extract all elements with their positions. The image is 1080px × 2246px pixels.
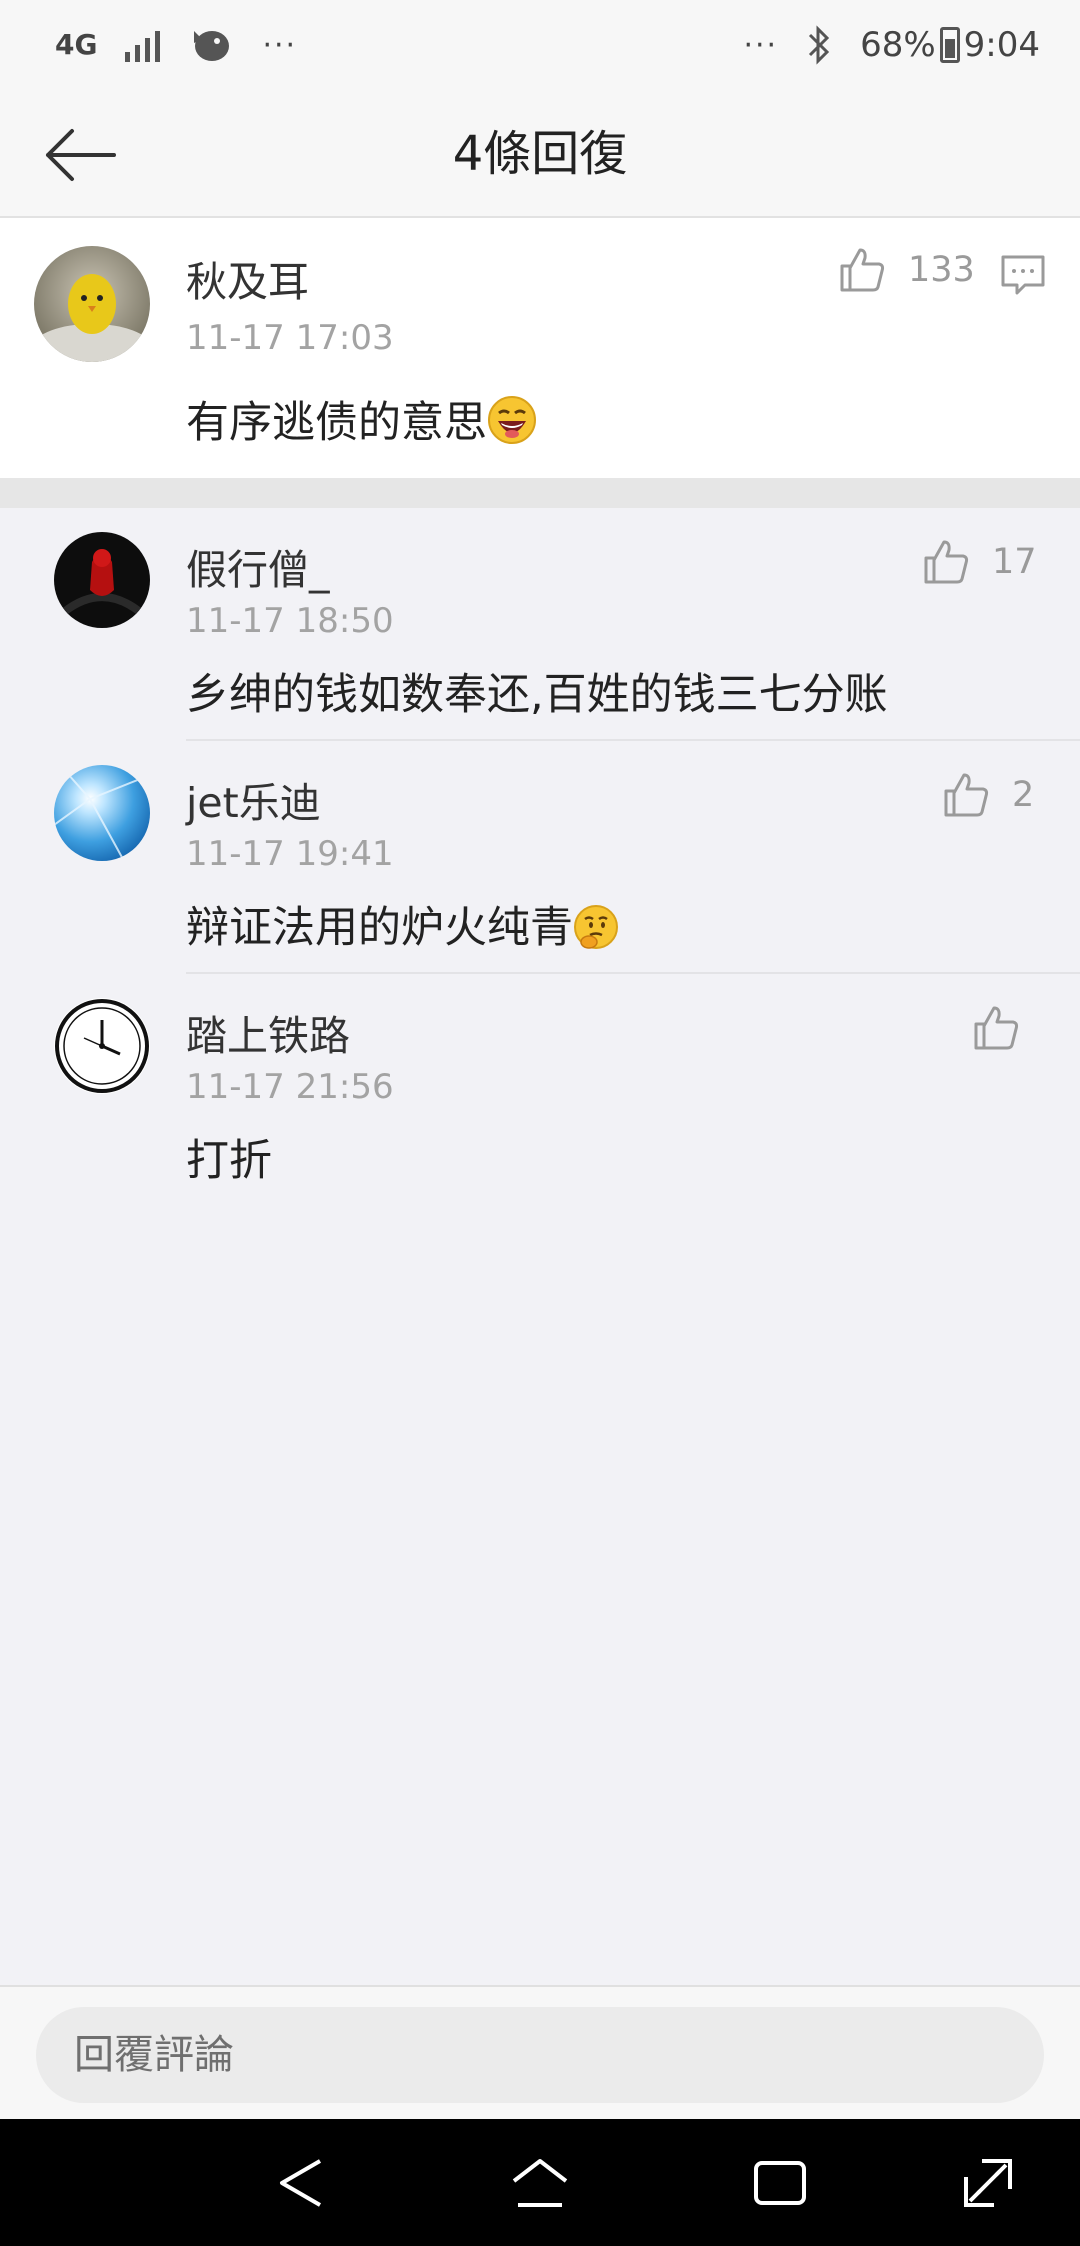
reply-username[interactable]: 假行僧_ <box>186 536 330 596</box>
thumbs-up-icon <box>840 248 885 292</box>
header: 4條回復 <box>0 90 1080 218</box>
nav-home-button[interactable] <box>508 2151 572 2215</box>
thumbs-up-icon <box>974 1006 1019 1050</box>
status-bar-right: ··· 68% 9:04 <box>743 25 1040 65</box>
nav-recents-icon <box>754 2161 806 2205</box>
comment-text: 有序逃债的意思 <box>186 388 537 450</box>
reply-text: 乡绅的钱如数奉还,百姓的钱三七分账 <box>186 670 888 720</box>
sunburst-avatar-image <box>54 765 150 861</box>
reply-input-bar <box>0 1985 1080 2119</box>
comment-username[interactable]: 秋及耳 <box>186 248 309 308</box>
reply-time: 11-17 19:41 <box>186 834 394 874</box>
thinking-emoji-icon <box>574 905 618 949</box>
more-notifications-indicator: ··· <box>262 27 298 63</box>
reply-text: 辩证法用的炉火纯青 <box>186 893 619 955</box>
signal-icon <box>125 28 161 62</box>
spider-avatar-image <box>54 532 150 628</box>
reply-username[interactable]: 踏上铁路 <box>186 1002 350 1062</box>
clock-avatar-image <box>54 998 150 1094</box>
avatar[interactable] <box>54 998 150 1094</box>
like-button[interactable]: 2 <box>942 771 1034 819</box>
nav-home-icon <box>512 2159 568 2207</box>
avatar[interactable] <box>34 246 150 362</box>
reply-time: 11-17 18:50 <box>186 601 394 641</box>
laughing-emoji-icon <box>488 396 536 444</box>
nav-back-button[interactable] <box>270 2151 334 2215</box>
reply-username[interactable]: jet乐迪 <box>186 769 321 829</box>
reply-text: 打折 <box>186 1136 272 1186</box>
app-notification-icon <box>194 31 230 61</box>
like-button[interactable]: 133 <box>838 246 975 294</box>
bluetooth-icon <box>809 25 830 65</box>
status-bar: 4G ··· ··· 68% 9:04 <box>0 0 1080 90</box>
reply-text-body: 辩证法用的炉火纯青 <box>186 903 573 953</box>
avatar[interactable] <box>54 532 150 628</box>
main-comment: 秋及耳 11-17 17:03 有序逃债的意思 133 <box>0 218 1080 478</box>
page-title: 4條回復 <box>452 126 628 182</box>
comment-text-body: 有序逃债的意思 <box>186 398 487 448</box>
reply-time: 11-17 21:56 <box>186 1067 394 1107</box>
status-bar-left: 4G ··· <box>55 25 297 65</box>
avatar[interactable] <box>54 765 150 861</box>
battery-percentage: 68% <box>860 25 936 65</box>
like-button[interactable] <box>972 1004 1042 1052</box>
like-count: 133 <box>908 250 975 290</box>
reply-item: 踏上铁路 11-17 21:56 打折 <box>0 974 1080 1207</box>
system-navigation-bar <box>0 2119 1080 2246</box>
like-button[interactable]: 17 <box>922 538 1037 586</box>
clock: 9:04 <box>963 25 1040 65</box>
reply-comment-input[interactable] <box>36 2007 1044 2103</box>
nav-expand-button[interactable] <box>956 2151 1020 2215</box>
nav-expand-icon <box>964 2159 1012 2207</box>
reply-item: 假行僧_ 11-17 18:50 乡绅的钱如数奉还,百姓的钱三七分账 17 <box>0 508 1080 741</box>
more-status-indicator: ··· <box>743 27 779 63</box>
thumbs-up-icon <box>944 773 989 817</box>
battery-icon <box>939 27 960 63</box>
chick-avatar-image <box>34 246 150 362</box>
reply-item: jet乐迪 11-17 19:41 辩证法用的炉火纯青 2 <box>0 741 1080 974</box>
thumbs-up-icon <box>924 540 969 584</box>
reply-comment-icon[interactable] <box>1000 251 1046 297</box>
network-4g-icon: 4G <box>55 28 98 61</box>
like-count: 17 <box>992 542 1037 582</box>
like-count: 2 <box>1012 775 1035 815</box>
nav-recents-button[interactable] <box>748 2151 812 2215</box>
nav-back-icon <box>280 2159 322 2207</box>
comment-time: 11-17 17:03 <box>186 318 394 358</box>
section-separator <box>0 478 1080 508</box>
